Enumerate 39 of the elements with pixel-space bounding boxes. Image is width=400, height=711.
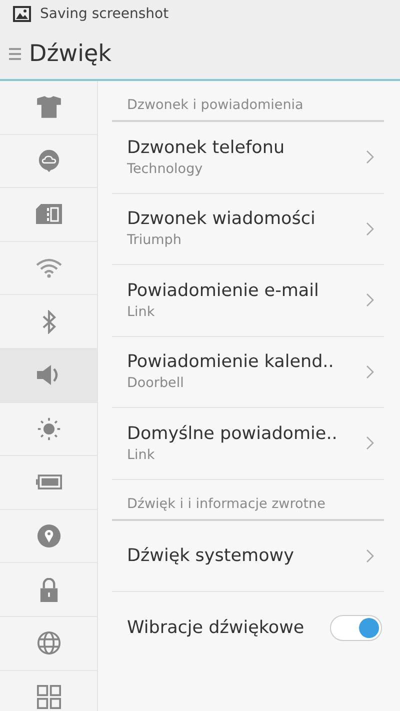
row-subtitle: Link xyxy=(127,446,156,463)
section-header: Dzwonek i powiadomienia xyxy=(112,81,384,122)
row-title: Dzwonek telefonu xyxy=(127,138,285,158)
sidebar-item[interactable] xyxy=(0,348,97,403)
chevron-icon xyxy=(366,548,374,563)
shirt-icon xyxy=(36,95,62,120)
sun-icon xyxy=(36,416,62,441)
row-subtitle: Link xyxy=(127,304,156,320)
notification-text: Saving screenshot xyxy=(40,6,169,22)
location-pin-icon xyxy=(36,524,62,548)
image-icon xyxy=(13,6,31,22)
sim-card-icon xyxy=(36,202,62,226)
settings-row[interactable]: Dzwonek wiadomości Triumph xyxy=(112,194,384,265)
row-title: Dzwonek wiadomości xyxy=(127,209,316,230)
row-title: Dźwięk systemowy xyxy=(127,546,294,566)
row-title: Domyślne powiadomie.. xyxy=(127,424,338,444)
settings-row[interactable]: Powiadomienie e-mail Link xyxy=(112,265,384,336)
chevron-icon xyxy=(366,293,374,308)
grid-icon xyxy=(36,684,62,709)
row-title: Wibracje dźwiękowe xyxy=(127,618,304,638)
wifi-icon xyxy=(36,256,62,280)
settings-row[interactable]: Dźwięk systemowy xyxy=(112,520,384,592)
chevron-icon xyxy=(366,222,374,236)
chevron-icon xyxy=(366,150,374,164)
row-subtitle: Doorbell xyxy=(127,375,185,392)
menu-icon[interactable] xyxy=(9,46,21,60)
settings-row[interactable]: Powiadomienie kalend.. Doorbell xyxy=(112,336,384,408)
globe-icon xyxy=(36,631,62,656)
chevron-icon xyxy=(366,436,374,450)
chevron-icon xyxy=(366,364,374,379)
toggle-switch[interactable] xyxy=(330,614,382,641)
row-subtitle: Triumph xyxy=(127,232,182,248)
row-subtitle: Technology xyxy=(127,160,204,177)
row-title: Powiadomienie kalend.. xyxy=(127,352,334,372)
section-header: Dźwięk i i informacje zwrotne xyxy=(112,480,384,520)
settings-row[interactable]: Dzwonek telefonu Technology xyxy=(112,122,384,194)
row-title: Powiadomienie e-mail xyxy=(127,280,319,301)
settings-row[interactable]: Domyślne powiadomie.. Link xyxy=(112,408,384,480)
screen-title: Dźwięk xyxy=(29,40,112,66)
